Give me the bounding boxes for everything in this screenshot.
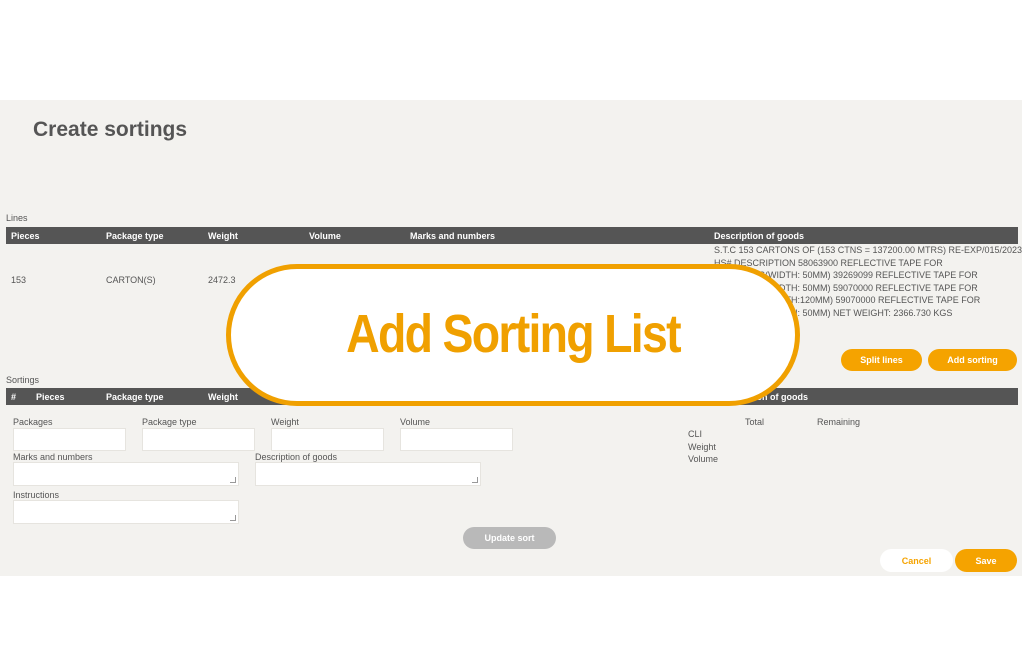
packages-input[interactable] bbox=[13, 428, 126, 451]
line-description-text: HS# DESCRIPTION 58063900 REFLECTIVE TAPE… bbox=[714, 257, 943, 268]
marks-label: Marks and numbers bbox=[13, 452, 93, 462]
weight-label: Weight bbox=[271, 417, 299, 427]
summary-row-volume: Volume bbox=[688, 454, 719, 464]
summary-row-cli: CLI bbox=[688, 429, 703, 439]
package-type-input[interactable] bbox=[142, 428, 255, 451]
line-pieces: 153 bbox=[11, 275, 27, 285]
banner-title: Add Sorting List bbox=[346, 304, 681, 364]
volume-label: Volume bbox=[400, 417, 431, 427]
marks-textarea[interactable] bbox=[13, 462, 239, 486]
packages-label: Packages bbox=[13, 417, 53, 427]
description-textarea[interactable] bbox=[255, 462, 481, 486]
instructions-textarea[interactable] bbox=[13, 500, 239, 524]
sortings-header-package-type: Package type bbox=[106, 392, 164, 402]
package-type-label: Package type bbox=[142, 417, 197, 427]
summary-remaining-header: Remaining bbox=[817, 417, 861, 427]
lines-table-header: Pieces Package type Weight Volume Marks … bbox=[6, 227, 1018, 244]
weight-input[interactable] bbox=[271, 428, 384, 451]
lines-section-label: Lines bbox=[6, 213, 28, 223]
save-button[interactable]: Save bbox=[955, 549, 1017, 572]
volume-input[interactable] bbox=[400, 428, 513, 451]
update-sort-button[interactable]: Update sort bbox=[463, 527, 556, 549]
summary-total-header: Total bbox=[745, 417, 765, 427]
lines-header-description: Description of goods bbox=[714, 231, 804, 241]
lines-header-weight: Weight bbox=[208, 231, 238, 241]
page-title: Create sortings bbox=[33, 118, 188, 141]
summary-row-weight: Weight bbox=[688, 442, 716, 452]
sortings-header-weight: Weight bbox=[208, 392, 238, 402]
instructions-label: Instructions bbox=[13, 490, 60, 500]
lines-header-pieces: Pieces bbox=[11, 231, 40, 241]
add-sorting-list-banner: Add Sorting List bbox=[226, 264, 800, 406]
line-description-text: S.T.C 153 CARTONS OF (153 CTNS = 137200.… bbox=[714, 245, 1023, 255]
cancel-button[interactable]: Cancel bbox=[880, 549, 953, 572]
line-weight: 2472.3 bbox=[208, 275, 236, 285]
lines-header-volume: Volume bbox=[309, 231, 341, 241]
description-label: Description of goods bbox=[255, 452, 338, 462]
split-lines-button[interactable]: Split lines bbox=[841, 349, 922, 371]
add-sorting-button[interactable]: Add sorting bbox=[928, 349, 1017, 371]
lines-header-marks: Marks and numbers bbox=[410, 231, 496, 241]
sortings-section-label: Sortings bbox=[6, 375, 40, 385]
sortings-header-number: # bbox=[11, 392, 17, 402]
line-package-type: CARTON(S) bbox=[106, 275, 156, 285]
lines-header-package-type: Package type bbox=[106, 231, 164, 241]
sortings-header-pieces: Pieces bbox=[36, 392, 65, 402]
